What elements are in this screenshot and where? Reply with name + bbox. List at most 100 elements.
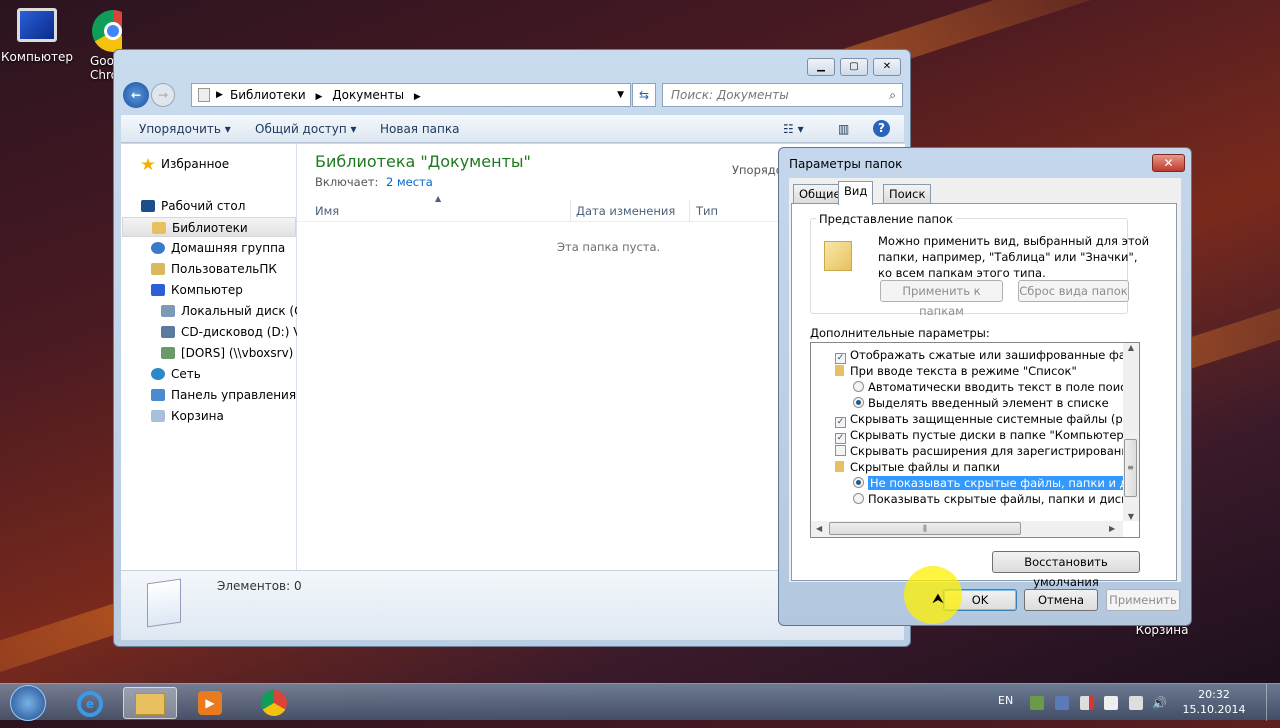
checkbox[interactable] <box>835 445 846 456</box>
option-hide-protected-files[interactable]: ✓ Скрывать защищенные системные файлы (ре… <box>835 411 1139 428</box>
safely-remove-icon[interactable] <box>1030 696 1044 710</box>
cancel-button[interactable]: Отмена <box>1024 589 1098 611</box>
back-button[interactable]: ← <box>123 82 149 108</box>
radio-button[interactable] <box>853 493 864 504</box>
nav-item-recycle-bin[interactable]: Корзина <box>151 406 224 426</box>
show-desktop-button[interactable] <box>1266 684 1280 721</box>
language-indicator[interactable]: EN <box>998 694 1013 707</box>
horizontal-scrollbar[interactable]: ◀ ⫼ ▶ <box>811 521 1123 537</box>
drive-icon <box>161 305 175 317</box>
library-title: Библиотека "Документы" <box>315 152 531 171</box>
radio-button[interactable] <box>853 477 864 488</box>
help-icon[interactable]: ? <box>873 120 890 137</box>
breadcrumb-libraries[interactable]: Библиотеки <box>230 88 306 102</box>
sort-arrow-icon: ▲ <box>435 194 442 203</box>
scrollbar-thumb[interactable]: ≡ <box>1124 439 1137 497</box>
dialog-close-button[interactable]: ✕ <box>1152 154 1185 172</box>
minimize-button[interactable]: ▁ <box>807 58 835 76</box>
chrome-icon <box>261 690 287 716</box>
reset-folders-button[interactable]: Сброс вида папок <box>1018 280 1129 302</box>
option-hide-empty-drives[interactable]: ✓ Скрывать пустые диски в папке "Компьюте… <box>835 427 1129 444</box>
address-bar[interactable]: ▶ Библиотеки ▶ Документы ▶ ▼ <box>191 83 631 107</box>
tab-search[interactable]: Поиск <box>883 184 932 204</box>
arrange-by[interactable]: Упорядо <box>732 163 783 177</box>
search-icon[interactable]: ⌕ <box>889 84 896 106</box>
option-hide-extensions[interactable]: Скрывать расширения для зарегистрированн… <box>835 443 1139 459</box>
option-dont-show-hidden[interactable]: Не показывать скрытые файлы, папки и дис… <box>853 475 1139 491</box>
start-button[interactable] <box>10 685 46 721</box>
radio-button[interactable] <box>853 397 864 408</box>
option-group-hidden-files: Скрытые файлы и папки <box>835 459 1000 475</box>
forward-button[interactable]: → <box>151 83 175 107</box>
taskbar-ie[interactable]: e <box>63 687 117 719</box>
scrollbar-thumb[interactable]: ⫼ <box>829 522 1021 535</box>
maximize-button[interactable]: ▢ <box>840 58 868 76</box>
view-options-icon[interactable]: ☷ ▾ <box>783 122 804 136</box>
nav-item-user[interactable]: ПользовательПК <box>151 259 277 279</box>
group-title: Представление папок <box>816 212 957 226</box>
taskbar-media-player[interactable]: ▶ <box>183 687 237 719</box>
item-count: Элементов: 0 <box>217 579 302 593</box>
close-button[interactable]: ✕ <box>873 58 901 76</box>
nav-favorites[interactable]: Избранное <box>141 154 229 174</box>
recycle-bin-icon <box>151 410 165 422</box>
refresh-button[interactable]: ⇆ <box>632 83 656 107</box>
cd-drive-icon <box>161 326 175 338</box>
restore-defaults-button[interactable]: Восстановить умолчания <box>992 551 1140 589</box>
nav-item-network[interactable]: Сеть <box>151 364 201 384</box>
folder-icon <box>835 461 844 472</box>
nav-item-homegroup[interactable]: Домашняя группа <box>151 238 285 258</box>
power-icon[interactable] <box>1104 696 1118 710</box>
nav-item-computer[interactable]: Компьютер <box>151 280 243 300</box>
document-icon <box>147 578 181 628</box>
nav-item-cd-drive[interactable]: CD-дисковод (D:) Virt <box>161 322 314 342</box>
desktop-icon-computer[interactable]: Компьютер <box>0 8 77 64</box>
option-show-compressed[interactable]: ✓Отображать сжатые или зашифрованные фай… <box>835 347 1139 364</box>
share-menu[interactable]: Общий доступ ▾ <box>255 122 357 136</box>
organize-menu[interactable]: Упорядочить ▾ <box>139 122 231 136</box>
apply-to-folders-button[interactable]: Применить к папкам <box>880 280 1003 318</box>
nav-item-desktop[interactable]: Рабочий стол <box>141 196 245 216</box>
option-auto-type-search[interactable]: Автоматически вводить текст в поле поиск… <box>853 379 1139 395</box>
chrome-icon <box>92 10 122 52</box>
taskbar: e ▶ EN 🔊 20:32 15.10.2014 <box>0 683 1280 721</box>
column-header-date[interactable]: Дата изменения <box>576 204 675 218</box>
advanced-settings-label: Дополнительные параметры: <box>810 326 990 340</box>
action-center-icon[interactable] <box>1080 696 1094 710</box>
nav-item-libraries[interactable]: Библиотеки <box>122 217 296 237</box>
clock[interactable]: 20:32 15.10.2014 <box>1180 687 1248 717</box>
navigation-pane: Избранное Рабочий стол Библиотеки Домашн… <box>121 144 314 570</box>
media-player-icon: ▶ <box>198 691 222 715</box>
option-show-hidden[interactable]: Показывать скрытые файлы, папки и диски <box>853 491 1136 507</box>
new-folder-button[interactable]: Новая папка <box>380 122 459 136</box>
folder-icon <box>835 365 844 376</box>
dialog-title: Параметры папок <box>789 157 903 171</box>
virtualbox-icon[interactable] <box>1055 696 1069 710</box>
tab-view[interactable]: Вид <box>838 181 874 205</box>
vertical-scrollbar[interactable]: ▲ ≡ ▼ <box>1123 343 1139 521</box>
preview-pane-icon[interactable]: ▥ <box>838 122 849 136</box>
nav-item-control-panel[interactable]: Панель управления <box>151 385 296 405</box>
search-input[interactable]: Поиск: Документы ⌕ <box>662 83 903 107</box>
apply-button[interactable]: Применить <box>1106 589 1180 611</box>
radio-button[interactable] <box>853 381 864 392</box>
folder-icon <box>135 693 165 715</box>
breadcrumb-documents[interactable]: Документы <box>332 88 404 102</box>
internet-explorer-icon: e <box>77 691 103 717</box>
nav-item-network-drive[interactable]: [DORS] (\\vboxsrv) (E <box>161 343 309 363</box>
volume-icon[interactable]: 🔊 <box>1152 696 1167 710</box>
network-icon[interactable] <box>1129 696 1143 710</box>
nav-item-drive-c[interactable]: Локальный диск (C:) <box>161 301 311 321</box>
taskbar-explorer[interactable] <box>123 687 177 719</box>
taskbar-chrome[interactable] <box>247 687 301 719</box>
folder-view-icon <box>824 241 852 271</box>
advanced-settings-list[interactable]: ✓Отображать сжатые или зашифрованные фай… <box>810 342 1140 538</box>
desktop-icon-label: Компьютер <box>1 50 73 64</box>
chevron-right-icon: ▶ <box>413 92 421 102</box>
includes-link[interactable]: 2 места <box>386 175 433 189</box>
column-header-name[interactable]: Имя <box>315 204 339 218</box>
dropdown-arrow-icon[interactable]: ▼ <box>617 84 624 106</box>
folder-options-dialog: Параметры папок ✕ Общие Вид Поиск Предст… <box>778 147 1192 626</box>
column-header-type[interactable]: Тип <box>696 204 718 218</box>
option-select-typed-item[interactable]: Выделять введенный элемент в списке <box>853 395 1109 411</box>
